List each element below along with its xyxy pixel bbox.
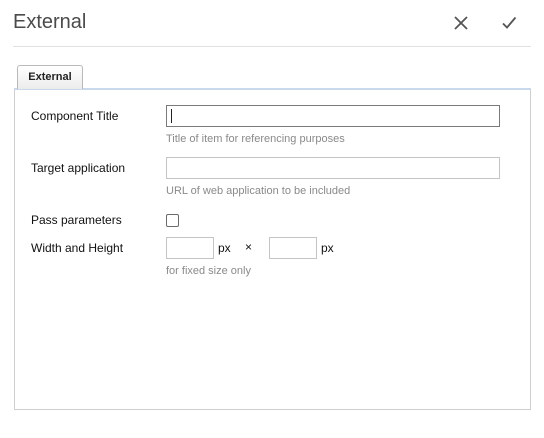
component-title-input[interactable]	[166, 105, 500, 127]
width-height-label: Width and Height	[31, 241, 124, 255]
width-height-hint: for fixed size only	[166, 265, 251, 277]
dialog-title: External	[13, 11, 87, 33]
height-input[interactable]	[269, 237, 317, 259]
dimension-separator: ×	[245, 240, 253, 254]
component-title-hint: Title of item for referencing purposes	[166, 133, 345, 145]
checkmark-icon	[502, 16, 517, 29]
header-divider	[13, 46, 531, 47]
width-input[interactable]	[166, 237, 214, 259]
tab-external[interactable]: External	[17, 65, 83, 89]
height-unit: px	[321, 241, 334, 255]
target-application-hint: URL of web application to be included	[166, 185, 351, 197]
panel-top-border	[14, 88, 531, 90]
close-button[interactable]	[448, 10, 474, 36]
done-button[interactable]	[496, 10, 522, 36]
pass-parameters-checkbox[interactable]	[166, 214, 179, 227]
dialog-header: External	[0, 0, 544, 47]
text-caret	[171, 109, 172, 123]
target-application-label: Target application	[31, 161, 126, 175]
width-unit: px	[218, 241, 231, 255]
close-icon	[454, 16, 468, 30]
pass-parameters-label: Pass parameters	[31, 213, 122, 227]
target-application-input[interactable]	[166, 157, 500, 179]
component-title-label: Component Title	[31, 109, 119, 123]
